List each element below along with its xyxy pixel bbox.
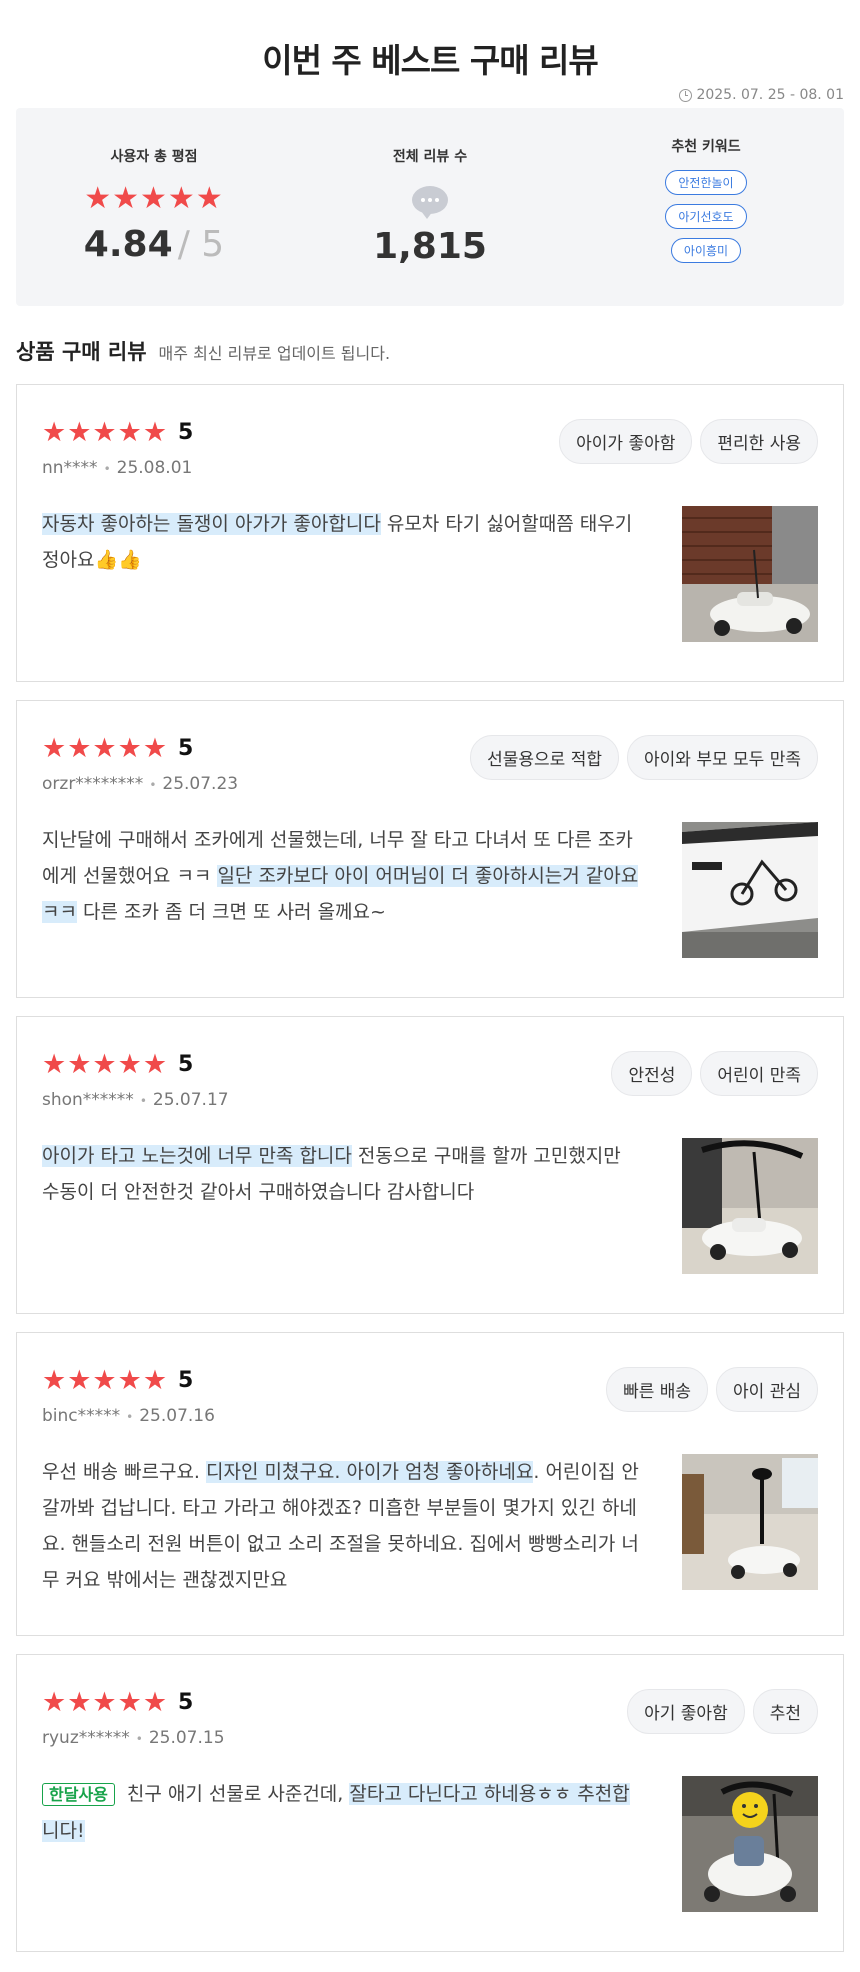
review-text: 지난달에 구매해서 조카에게 선물했는데, 너무 잘 타고 다녀서 또 다른 조…: [42, 829, 639, 923]
review-card: ★★★★★ 5 orzr******** • 25.07.23 선물용으로 적합 아…: [16, 700, 844, 998]
review-meta: ryuz****** • 25.07.15: [42, 1728, 225, 1748]
keyword-tag[interactable]: 안전한놀이: [665, 170, 747, 195]
review-period: 2025. 07. 25 - 08. 01: [0, 82, 860, 108]
review-page: 이번 주 베스트 구매 리뷰 2025. 07. 25 - 08. 01 사용자…: [0, 0, 860, 1972]
review-meta: binc***** • 25.07.16: [42, 1406, 215, 1426]
rating-label: 사용자 총 평점: [110, 149, 198, 165]
rating-stars: ★★★★★: [84, 181, 224, 216]
recommended-keywords: 추천 키워드 안전한놀이 아기선호도 아이흥미: [568, 108, 844, 306]
review-stars: ★★★★★: [42, 1049, 169, 1080]
review-date: 25.07.23: [162, 774, 239, 794]
review-tag[interactable]: 어린이 만족: [700, 1051, 818, 1096]
section-title: 상품 구매 리뷰: [16, 340, 147, 364]
review-tags: 빠른 배송 아이 관심: [606, 1367, 818, 1412]
review-tag[interactable]: 아이와 부모 모두 만족: [627, 735, 818, 780]
usage-badge: 한달사용: [42, 1783, 115, 1806]
review-score: 5: [178, 736, 194, 761]
review-user: binc*****: [42, 1406, 121, 1426]
speech-bubble-icon: [412, 186, 448, 219]
review-meta: orzr******** • 25.07.23: [42, 774, 239, 794]
review-tag[interactable]: 아이 관심: [716, 1367, 818, 1412]
keyword-tag[interactable]: 아기선호도: [665, 204, 747, 229]
review-date: 25.07.16: [139, 1406, 215, 1426]
review-stars: ★★★★★: [42, 417, 169, 448]
section-subtitle: 매주 최신 리뷰로 업데이트 됩니다.: [158, 344, 391, 363]
rating-value: 4.84: [83, 224, 173, 265]
review-tag[interactable]: 추천: [752, 1689, 818, 1734]
review-score: 5: [178, 1368, 194, 1393]
review-tags: 선물용으로 적합 아이와 부모 모두 만족: [470, 735, 818, 780]
rating-value-wrap: 4.84 / 5: [84, 224, 224, 265]
review-card: ★★★★★ 5 shon****** • 25.07.17 안전성 어린이 만족 아…: [16, 1016, 844, 1314]
review-score: 5: [178, 1690, 194, 1715]
count-label: 전체 리뷰 수: [392, 149, 468, 165]
review-highlight: 디자인 미쳤구요. 아이가 엄청 좋아하네요: [206, 1461, 534, 1483]
review-tag[interactable]: 선물용으로 적합: [470, 735, 620, 780]
rating-max: / 5: [177, 224, 225, 265]
review-date: 25.07.17: [152, 1090, 229, 1110]
review-stars: ★★★★★: [42, 733, 169, 764]
review-user: ryuz******: [42, 1728, 130, 1748]
review-text: 한달사용 친구 애기 선물로 사준건데, 잘타고 다닌다고 하네용ㅎㅎ 추천합니다…: [42, 1783, 630, 1842]
review-stars: ★★★★★: [42, 1687, 169, 1718]
review-meta: shon****** • 25.07.17: [42, 1090, 229, 1110]
review-photo[interactable]: [682, 1776, 818, 1912]
review-user: shon******: [42, 1090, 134, 1110]
review-stars: ★★★★★: [42, 1365, 169, 1396]
review-text: 우선 배송 빠르구요. 디자인 미쳤구요. 아이가 엄청 좋아하네요. 어린이집…: [42, 1461, 639, 1591]
review-user: orzr********: [42, 774, 144, 794]
review-meta: nn**** • 25.08.01: [42, 458, 193, 478]
review-photo[interactable]: [682, 1454, 818, 1590]
review-card: ★★★★★ 5 ryuz****** • 25.07.15 아기 좋아함 추천 한달…: [16, 1654, 844, 1952]
review-highlight: 자동차 좋아하는 돌쟁이 아가가 좋아합니다: [42, 513, 381, 535]
review-photo[interactable]: [682, 822, 818, 958]
total-review-count: 전체 리뷰 수 1,815: [292, 108, 568, 306]
review-count: 1,815: [373, 226, 487, 267]
review-text: 아이가 타고 노는것에 너무 만족 합니다 전동으로 구매를 할까 고민했지만 …: [42, 1145, 621, 1203]
review-score: 5: [178, 420, 194, 445]
rating-summary: 사용자 총 평점 ★★★★★ 4.84 / 5 전체 리뷰 수 1,815 추천…: [16, 108, 844, 306]
review-date: 25.08.01: [116, 458, 193, 478]
review-tags: 아이가 좋아함 편리한 사용: [559, 419, 818, 464]
review-user: nn****: [42, 458, 98, 478]
review-text: 자동차 좋아하는 돌쟁이 아가가 좋아합니다 유모차 타기 싫어할때쯤 태우기 …: [42, 513, 633, 571]
total-rating: 사용자 총 평점 ★★★★★ 4.84 / 5: [16, 108, 292, 306]
keyword-label: 추천 키워드: [671, 139, 741, 155]
review-tag[interactable]: 아이가 좋아함: [559, 419, 693, 464]
keyword-tag[interactable]: 아이흥미: [670, 238, 742, 263]
section-header: 상품 구매 리뷰 매주 최신 리뷰로 업데이트 됩니다.: [0, 306, 860, 384]
period-text: 2025. 07. 25 - 08. 01: [696, 87, 844, 103]
review-card: ★★★★★ 5 nn**** • 25.08.01 아이가 좋아함 편리한 사용 자…: [16, 384, 844, 682]
review-date: 25.07.15: [148, 1728, 225, 1748]
clock-icon: [679, 88, 693, 102]
review-tags: 아기 좋아함 추천: [627, 1689, 818, 1734]
review-tag[interactable]: 아기 좋아함: [627, 1689, 745, 1734]
review-tag[interactable]: 빠른 배송: [606, 1367, 709, 1412]
review-score: 5: [178, 1052, 194, 1077]
review-photo[interactable]: [682, 1138, 818, 1274]
page-title: 이번 주 베스트 구매 리뷰: [262, 41, 599, 80]
review-card: ★★★★★ 5 binc***** • 25.07.16 빠른 배송 아이 관심 우…: [16, 1332, 844, 1636]
review-tag[interactable]: 안전성: [611, 1051, 693, 1096]
review-highlight: 아이가 타고 노는것에 너무 만족 합니다: [42, 1145, 352, 1167]
review-tag[interactable]: 편리한 사용: [700, 419, 818, 464]
review-tags: 안전성 어린이 만족: [611, 1051, 818, 1096]
review-photo[interactable]: [682, 506, 818, 642]
